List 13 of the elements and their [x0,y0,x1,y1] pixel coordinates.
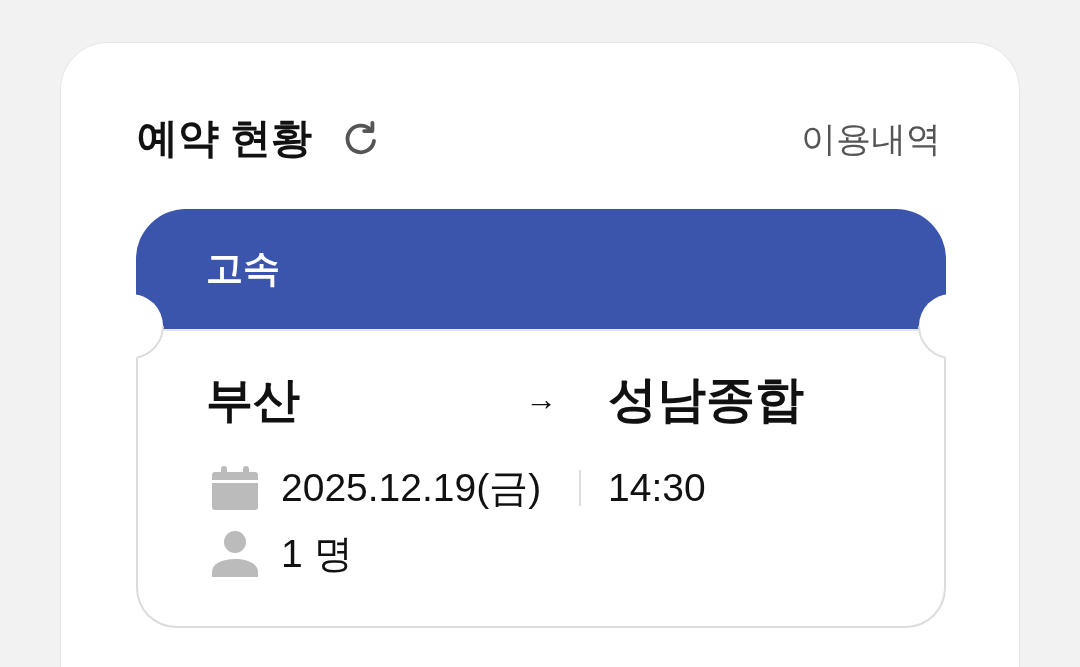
route-arrow: → [524,380,558,420]
time-text: 14:30 [608,464,706,511]
section-title: 예약 현황 [137,114,313,164]
history-link[interactable]: 이용내역 [801,118,941,160]
date-text: 2025.12.19(금) [281,464,542,511]
bus-type-label: 고속 [206,246,280,291]
passenger-count: 1 명 [281,530,353,577]
person-icon [212,531,258,577]
ticket-notch [918,293,946,359]
ticket-notch [136,293,164,359]
destination-text: 성남종합 [608,371,804,429]
origin-text: 부산 [206,372,300,429]
calendar-icon [212,466,258,510]
